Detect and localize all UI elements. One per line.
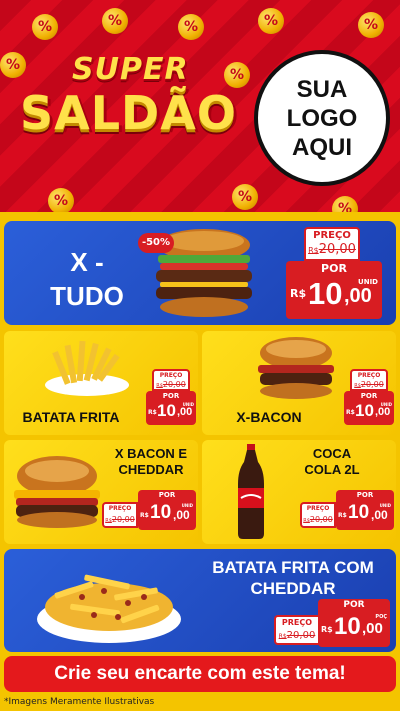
title-super: SUPER bbox=[72, 52, 189, 87]
price-box: PREÇO R$20,00 POR R$ 10 ,00 UNID bbox=[286, 227, 384, 319]
burger-image bbox=[12, 456, 102, 528]
old-price-value: R$20,00 bbox=[156, 380, 186, 389]
price-decimal: ,00 bbox=[344, 285, 372, 307]
price-integer: 10 bbox=[334, 613, 361, 640]
old-price-label: PREÇO bbox=[313, 230, 351, 241]
product-card-x-bacon-cheddar: X BACON E CHEDDAR PREÇO R$20,00 POR R$ 1… bbox=[4, 440, 198, 544]
product-name: BATATA FRITA COM CHEDDAR bbox=[212, 558, 374, 598]
old-price-label: PREÇO bbox=[281, 618, 313, 627]
new-price-tag: POR R$ 10 ,00 UNID bbox=[336, 490, 394, 530]
header-banner: % % % % % % % % % % SUPER SALDÃO SUA LOG… bbox=[0, 0, 400, 212]
new-price-tag: POR R$ 10 ,00 UNID bbox=[344, 391, 394, 425]
logo-placeholder: SUA LOGO AQUI bbox=[254, 50, 390, 186]
new-price-label: POR bbox=[360, 392, 378, 400]
product-name: X BACON E CHEDDAR bbox=[114, 446, 188, 477]
price-integer: 10 bbox=[157, 401, 176, 420]
old-price-tag: PREÇO R$20,00 bbox=[102, 502, 138, 528]
new-price-label: POR bbox=[343, 600, 365, 610]
price-integer: 10 bbox=[150, 502, 172, 523]
product-card-batata-frita: BATATA FRITA PREÇO R$20,00 POR R$ 10 ,00… bbox=[4, 331, 198, 435]
product-name: X - TUDO bbox=[50, 247, 124, 311]
unit-label: UNID bbox=[182, 402, 194, 407]
currency-symbol: R$ bbox=[148, 409, 157, 416]
price-box: PREÇO R$20,00 POR R$ 10 ,00 UNID bbox=[102, 490, 196, 530]
price-box: PREÇO R$20,00 POR R$ 10 ,00 UNID bbox=[146, 369, 196, 425]
soda-bottle-image bbox=[234, 444, 268, 540]
price-decimal: ,00 bbox=[177, 406, 193, 418]
unit-label: UNID bbox=[379, 503, 391, 508]
price-integer: 10 bbox=[308, 276, 343, 311]
percent-coin-icon: % bbox=[258, 8, 284, 34]
old-price-label: PREÇO bbox=[108, 505, 132, 512]
old-price-tag: PREÇO R$20,00 bbox=[152, 369, 190, 391]
new-price-label: POR bbox=[321, 262, 347, 275]
old-price-value: R$20,00 bbox=[354, 380, 384, 389]
price-integer: 10 bbox=[348, 502, 370, 523]
logo-line-1: SUA bbox=[296, 75, 348, 103]
product-card-batata-cheddar: BATATA FRITA COM CHEDDAR PREÇO R$20,00 P… bbox=[4, 549, 396, 652]
new-price-tag: POR R$ 10 ,00 UNID bbox=[146, 391, 196, 425]
new-price-tag: POR R$ 10 ,00 UNID bbox=[286, 261, 382, 319]
new-price-tag: POR R$ 10 ,00 POÇ bbox=[318, 599, 390, 647]
old-price-label: PREÇO bbox=[306, 505, 330, 512]
percent-coin-icon: % bbox=[358, 12, 384, 38]
discount-badge: -50% bbox=[138, 233, 174, 253]
price-decimal: ,00 bbox=[362, 620, 383, 637]
price-decimal: ,00 bbox=[173, 508, 190, 522]
product-name: X-BACON bbox=[236, 409, 302, 425]
new-price-label: POR bbox=[162, 392, 180, 400]
title-saldao: SALDÃO bbox=[20, 86, 237, 140]
price-box: PREÇO R$20,00 POR R$ 10 ,00 UNID bbox=[300, 490, 394, 530]
percent-coin-icon: % bbox=[48, 188, 74, 212]
disclaimer-text: *Imagens Meramente Ilustrativas bbox=[4, 697, 155, 707]
currency-symbol: R$ bbox=[346, 409, 355, 416]
new-price-tag: POR R$ 10 ,00 UNID bbox=[138, 490, 196, 530]
cheddar-fries-image bbox=[34, 557, 184, 647]
price-box: PREÇO R$20,00 POR R$ 10 ,00 POÇ bbox=[274, 599, 390, 647]
old-price-value: R$20,00 bbox=[105, 515, 135, 524]
percent-coin-icon: % bbox=[232, 184, 258, 210]
burger-image bbox=[256, 337, 336, 399]
product-card-x-bacon: X-BACON PREÇO R$20,00 POR R$ 10 ,00 UNID bbox=[202, 331, 396, 435]
percent-coin-icon: % bbox=[32, 14, 58, 40]
currency-symbol: R$ bbox=[321, 625, 333, 634]
product-name: COCA COLA 2L bbox=[304, 446, 360, 477]
cta-banner[interactable]: Crie seu encarte com este tema! bbox=[4, 656, 396, 692]
price-box: PREÇO R$20,00 POR R$ 10 ,00 UNID bbox=[344, 369, 394, 425]
cta-text: Crie seu encarte com este tema! bbox=[54, 663, 346, 684]
percent-coin-icon: % bbox=[178, 14, 204, 40]
price-decimal: ,00 bbox=[371, 508, 388, 522]
old-price-value: R$20,00 bbox=[308, 242, 356, 257]
product-card-x-tudo: X - TUDO -50% PREÇO R$20,00 POR R$ 10 ,0… bbox=[4, 221, 396, 325]
old-price-tag: PREÇO R$20,00 bbox=[304, 227, 360, 261]
unit-label: UNID bbox=[380, 402, 392, 407]
product-card-coca-cola: COCA COLA 2L PREÇO R$20,00 POR R$ 10 ,00… bbox=[202, 440, 396, 544]
product-name: BATATA FRITA bbox=[22, 409, 120, 425]
currency-symbol: R$ bbox=[140, 512, 149, 519]
percent-coin-icon: % bbox=[102, 8, 128, 34]
price-decimal: ,00 bbox=[375, 406, 391, 418]
currency-symbol: R$ bbox=[338, 512, 347, 519]
new-price-label: POR bbox=[158, 491, 176, 499]
old-price-value: R$20,00 bbox=[303, 515, 333, 524]
logo-line-3: AQUI bbox=[292, 133, 352, 161]
price-integer: 10 bbox=[355, 401, 374, 420]
old-price-label: PREÇO bbox=[159, 372, 183, 379]
unit-label: UNID bbox=[181, 503, 193, 508]
fries-image bbox=[44, 337, 130, 397]
old-price-label: PREÇO bbox=[357, 372, 381, 379]
super-saldao-title: SUPER SALDÃO bbox=[16, 52, 236, 172]
old-price-tag: PREÇO R$20,00 bbox=[274, 615, 320, 645]
old-price-tag: PREÇO R$20,00 bbox=[350, 369, 388, 391]
unit-label: UNID bbox=[358, 278, 378, 286]
percent-coin-icon: % bbox=[332, 196, 358, 212]
new-price-label: POR bbox=[356, 491, 374, 499]
unit-label: POÇ bbox=[375, 614, 387, 620]
currency-symbol: R$ bbox=[290, 287, 307, 300]
old-price-tag: PREÇO R$20,00 bbox=[300, 502, 336, 528]
old-price-value: R$20,00 bbox=[278, 630, 316, 641]
logo-line-2: LOGO bbox=[286, 104, 358, 132]
